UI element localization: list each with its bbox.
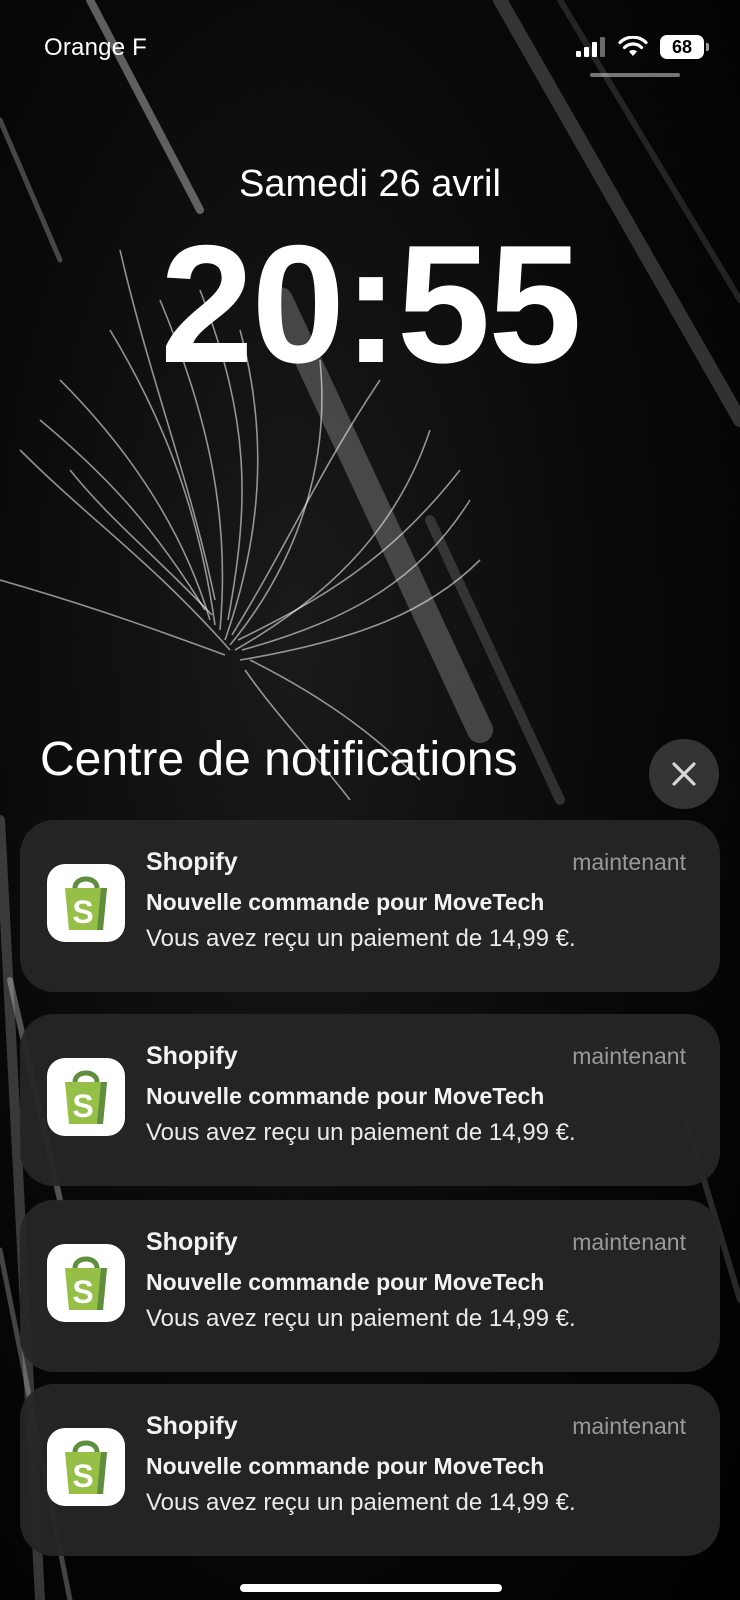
notification-card[interactable]: S Shopify maintenant Nouvelle commande p… — [20, 1384, 720, 1556]
status-bar: Orange F 68 — [0, 0, 740, 90]
close-icon — [672, 762, 696, 786]
notification-time: maintenant — [572, 1229, 686, 1255]
notification-title: Nouvelle commande pour MoveTech — [146, 889, 545, 915]
svg-text:S: S — [72, 1274, 93, 1310]
notification-center-close-button[interactable] — [649, 739, 719, 809]
home-indicator[interactable] — [240, 1584, 502, 1592]
battery-icon: 68 — [660, 35, 709, 59]
status-pill — [590, 73, 680, 77]
lock-screen-date: Samedi 26 avril — [239, 163, 501, 205]
notification-app-name: Shopify — [146, 1228, 238, 1256]
notification-title: Nouvelle commande pour MoveTech — [146, 1083, 545, 1109]
notification-body: Vous avez reçu un paiement de 14,99 €. — [146, 1489, 576, 1516]
notification-time: maintenant — [572, 849, 686, 875]
notification-card[interactable]: S Shopify maintenant Nouvelle commande p… — [20, 1014, 720, 1186]
shopify-icon: S — [47, 1244, 125, 1322]
signal-icon — [576, 37, 605, 57]
notification-app-name: Shopify — [146, 848, 238, 876]
shopify-icon: S — [47, 864, 125, 942]
notification-body: Vous avez reçu un paiement de 14,99 €. — [146, 925, 576, 952]
notification-app-name: Shopify — [146, 1412, 238, 1440]
notification-center-title: Centre de notifications — [40, 733, 518, 786]
battery-level: 68 — [671, 36, 693, 57]
shopify-icon: S — [47, 1428, 125, 1506]
notification-body: Vous avez reçu un paiement de 14,99 €. — [146, 1305, 576, 1332]
notification-title: Nouvelle commande pour MoveTech — [146, 1269, 545, 1295]
notification-time: maintenant — [572, 1043, 686, 1069]
notification-time: maintenant — [572, 1413, 686, 1439]
svg-text:S: S — [72, 894, 93, 930]
status-icons: 68 — [576, 32, 709, 62]
svg-text:S: S — [72, 1458, 93, 1494]
notification-card[interactable]: S Shopify maintenant Nouvelle commande p… — [20, 1200, 720, 1372]
svg-text:S: S — [72, 1088, 93, 1124]
notification-title: Nouvelle commande pour MoveTech — [146, 1453, 545, 1479]
notification-body: Vous avez reçu un paiement de 14,99 €. — [146, 1119, 576, 1146]
notification-card[interactable]: S Shopify maintenant Nouvelle commande p… — [20, 820, 720, 992]
notification-app-name: Shopify — [146, 1042, 238, 1070]
carrier-label: Orange F — [44, 34, 147, 61]
shopify-icon: S — [47, 1058, 125, 1136]
wifi-icon — [618, 36, 648, 56]
lock-screen-time: 20:55 — [160, 210, 582, 398]
